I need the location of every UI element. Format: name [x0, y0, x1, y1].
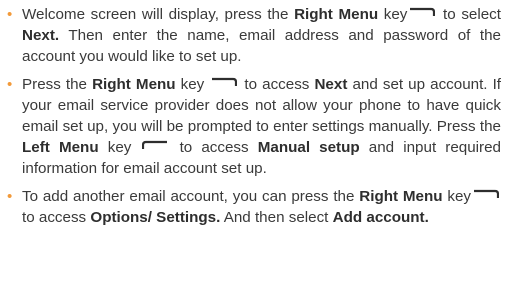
left-menu-key-icon: [142, 140, 168, 150]
bold-text: Right Menu: [359, 187, 443, 205]
instruction-list: • Welcome screen will display, press the…: [4, 4, 501, 234]
instruction-item-1: • Welcome screen will display, press the…: [4, 4, 501, 68]
text: key: [175, 75, 210, 93]
text: key: [378, 6, 408, 23]
text: Press the: [22, 75, 93, 93]
manual-page: • Welcome screen will display, press the…: [0, 0, 505, 282]
bold-text: Options/ Settings.: [90, 208, 221, 226]
text: Welcome screen will display, press the: [22, 6, 295, 23]
text: to access: [22, 208, 91, 226]
bullet-dot: •: [7, 75, 13, 93]
instruction-item-2: • Press the Right Menu key to access Nex…: [4, 74, 501, 180]
text: to select: [437, 6, 501, 23]
right-menu-key-icon: [409, 7, 436, 16]
text: to access: [170, 139, 258, 157]
bold-text: Left Menu: [22, 139, 99, 157]
text: key: [98, 139, 141, 157]
bold-text: Right Menu: [92, 75, 176, 93]
text: To add another email account, you can pr…: [22, 187, 360, 205]
text: And then select: [220, 208, 333, 226]
text: key: [442, 187, 472, 205]
bold-text: Next: [314, 75, 348, 93]
right-menu-key-icon: [473, 189, 500, 198]
bold-text: Add account.: [332, 208, 429, 226]
bold-text: Right Menu: [294, 6, 379, 23]
instruction-item-3: • To add another email account, you can …: [4, 186, 501, 228]
bold-text: Manual setup: [257, 139, 360, 157]
bullet-dot: •: [7, 187, 13, 205]
text: Then enter the name, email address and p…: [22, 27, 501, 66]
bullet-dot: •: [7, 6, 13, 23]
bold-text: Next.: [22, 27, 60, 45]
right-menu-key-icon: [211, 77, 238, 86]
text: to access: [239, 75, 315, 93]
